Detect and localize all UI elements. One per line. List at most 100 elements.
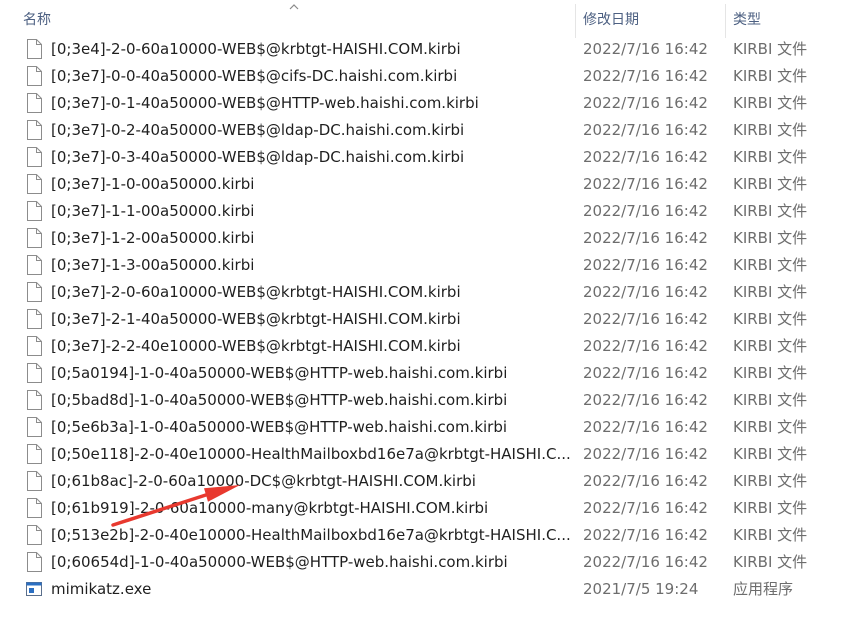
file-icon (26, 309, 42, 329)
file-row[interactable]: [0;5bad8d]-1-0-40a50000-WEB$@HTTP-web.ha… (0, 387, 865, 414)
column-divider[interactable] (725, 4, 726, 38)
file-name: [0;60654d]-1-0-40a50000-WEB$@HTTP-web.ha… (51, 553, 508, 571)
exe-icon (26, 579, 42, 599)
file-row[interactable]: [0;3e7]-1-1-00a50000.kirbi 2022/7/16 16:4… (0, 198, 865, 225)
file-name: [0;50e118]-2-0-40e10000-HealthMailboxbd1… (51, 445, 571, 463)
file-row[interactable]: [0;3e7]-1-3-00a50000.kirbi 2022/7/16 16:4… (0, 252, 865, 279)
file-name: [0;61b8ac]-2-0-60a10000-DC$@krbtgt-HAISH… (51, 472, 476, 490)
file-row[interactable]: [0;513e2b]-2-0-40e10000-HealthMailboxbd1… (0, 522, 865, 549)
file-row[interactable]: [0;3e7]-0-3-40a50000-WEB$@ldap-DC.haishi… (0, 144, 865, 171)
file-row[interactable]: [0;3e4]-2-0-60a10000-WEB$@krbtgt-HAISHI.… (0, 36, 865, 63)
file-icon (26, 336, 42, 356)
file-type: KIRBI 文件 (733, 391, 808, 409)
file-icon (26, 120, 42, 140)
file-icon (26, 471, 42, 491)
file-icon (26, 363, 42, 383)
file-icon (26, 201, 42, 221)
file-type: 应用程序 (733, 580, 794, 598)
file-name: [0;5a0194]-1-0-40a50000-WEB$@HTTP-web.ha… (51, 364, 508, 382)
file-icon (26, 444, 42, 464)
file-type: KIRBI 文件 (733, 229, 808, 247)
file-date-modified: 2022/7/16 16:42 (583, 94, 708, 112)
file-date-modified: 2022/7/16 16:42 (583, 418, 708, 436)
column-header-date-modified[interactable]: 修改日期 (583, 0, 639, 41)
file-date-modified: 2021/7/5 19:24 (583, 580, 699, 598)
column-header-bar: 名称 修改日期 类型 (0, 0, 865, 41)
file-row[interactable]: [0;3e7]-0-2-40a50000-WEB$@ldap-DC.haishi… (0, 117, 865, 144)
file-type: KIRBI 文件 (733, 472, 808, 490)
file-date-modified: 2022/7/16 16:42 (583, 67, 708, 85)
file-type: KIRBI 文件 (733, 445, 808, 463)
file-name: [0;3e7]-1-2-00a50000.kirbi (51, 229, 255, 247)
file-date-modified: 2022/7/16 16:42 (583, 553, 708, 571)
file-type: KIRBI 文件 (733, 418, 808, 436)
file-name: [0;3e7]-0-3-40a50000-WEB$@ldap-DC.haishi… (51, 148, 465, 166)
file-icon (26, 39, 42, 59)
file-date-modified: 2022/7/16 16:42 (583, 148, 708, 166)
file-name: [0;3e7]-2-2-40e10000-WEB$@krbtgt-HAISHI.… (51, 337, 461, 355)
file-row[interactable]: [0;60654d]-1-0-40a50000-WEB$@HTTP-web.ha… (0, 549, 865, 576)
file-date-modified: 2022/7/16 16:42 (583, 391, 708, 409)
file-name: [0;5e6b3a]-1-0-40a50000-WEB$@HTTP-web.ha… (51, 418, 508, 436)
file-type: KIRBI 文件 (733, 40, 808, 58)
file-type: KIRBI 文件 (733, 310, 808, 328)
file-name: [0;3e7]-2-0-60a10000-WEB$@krbtgt-HAISHI.… (51, 283, 461, 301)
file-name: [0;61b919]-2-0-60a10000-many@krbtgt-HAIS… (51, 499, 489, 517)
file-name: [0;3e7]-1-1-00a50000.kirbi (51, 202, 255, 220)
file-date-modified: 2022/7/16 16:42 (583, 256, 708, 274)
file-type: KIRBI 文件 (733, 121, 808, 139)
file-date-modified: 2022/7/16 16:42 (583, 445, 708, 463)
file-row[interactable]: [0;5e6b3a]-1-0-40a50000-WEB$@HTTP-web.ha… (0, 414, 865, 441)
file-row[interactable]: [0;3e7]-0-0-40a50000-WEB$@cifs-DC.haishi… (0, 63, 865, 90)
file-type: KIRBI 文件 (733, 337, 808, 355)
file-type: KIRBI 文件 (733, 553, 808, 571)
file-type: KIRBI 文件 (733, 499, 808, 517)
file-row[interactable]: [0;3e7]-0-1-40a50000-WEB$@HTTP-web.haish… (0, 90, 865, 117)
file-name: mimikatz.exe (51, 580, 152, 598)
file-icon (26, 93, 42, 113)
file-icon (26, 498, 42, 518)
file-row[interactable]: [0;3e7]-2-2-40e10000-WEB$@krbtgt-HAISHI.… (0, 333, 865, 360)
file-name: [0;5bad8d]-1-0-40a50000-WEB$@HTTP-web.ha… (51, 391, 508, 409)
file-row[interactable]: [0;3e7]-1-0-00a50000.kirbi 2022/7/16 16:4… (0, 171, 865, 198)
file-date-modified: 2022/7/16 16:42 (583, 283, 708, 301)
file-icon (26, 228, 42, 248)
file-type: KIRBI 文件 (733, 526, 808, 544)
file-date-modified: 2022/7/16 16:42 (583, 229, 708, 247)
file-name: [0;3e7]-0-1-40a50000-WEB$@HTTP-web.haish… (51, 94, 479, 112)
file-row[interactable]: [0;3e7]-1-2-00a50000.kirbi 2022/7/16 16:4… (0, 225, 865, 252)
file-date-modified: 2022/7/16 16:42 (583, 472, 708, 490)
column-header-type[interactable]: 类型 (733, 0, 761, 41)
file-date-modified: 2022/7/16 16:42 (583, 499, 708, 517)
file-date-modified: 2022/7/16 16:42 (583, 121, 708, 139)
file-date-modified: 2022/7/16 16:42 (583, 40, 708, 58)
file-icon (26, 390, 42, 410)
sort-ascending-icon[interactable] (289, 3, 299, 11)
file-name: [0;3e7]-0-2-40a50000-WEB$@ldap-DC.haishi… (51, 121, 465, 139)
file-date-modified: 2022/7/16 16:42 (583, 526, 708, 544)
file-icon (26, 255, 42, 275)
file-date-modified: 2022/7/16 16:42 (583, 364, 708, 382)
column-divider[interactable] (575, 4, 576, 38)
file-name: [0;3e7]-1-0-00a50000.kirbi (51, 175, 255, 193)
file-list: [0;3e4]-2-0-60a10000-WEB$@krbtgt-HAISHI.… (0, 36, 865, 603)
file-name: [0;513e2b]-2-0-40e10000-HealthMailboxbd1… (51, 526, 571, 544)
file-icon (26, 525, 42, 545)
file-icon (26, 174, 42, 194)
file-row[interactable]: [0;50e118]-2-0-40e10000-HealthMailboxbd1… (0, 441, 865, 468)
file-row[interactable]: [0;3e7]-2-1-40a50000-WEB$@krbtgt-HAISHI.… (0, 306, 865, 333)
file-date-modified: 2022/7/16 16:42 (583, 202, 708, 220)
file-date-modified: 2022/7/16 16:42 (583, 175, 708, 193)
file-name: [0;3e7]-1-3-00a50000.kirbi (51, 256, 255, 274)
file-icon (26, 552, 42, 572)
file-row[interactable]: [0;61b8ac]-2-0-60a10000-DC$@krbtgt-HAISH… (0, 468, 865, 495)
file-type: KIRBI 文件 (733, 256, 808, 274)
file-row[interactable]: [0;5a0194]-1-0-40a50000-WEB$@HTTP-web.ha… (0, 360, 865, 387)
file-row[interactable]: [0;3e7]-2-0-60a10000-WEB$@krbtgt-HAISHI.… (0, 279, 865, 306)
file-type: KIRBI 文件 (733, 148, 808, 166)
file-type: KIRBI 文件 (733, 94, 808, 112)
file-row[interactable]: [0;61b919]-2-0-60a10000-many@krbtgt-HAIS… (0, 495, 865, 522)
column-header-name[interactable]: 名称 (23, 0, 51, 41)
file-row[interactable]: mimikatz.exe 2021/7/5 19:24 应用程序 (0, 576, 865, 603)
file-type: KIRBI 文件 (733, 202, 808, 220)
